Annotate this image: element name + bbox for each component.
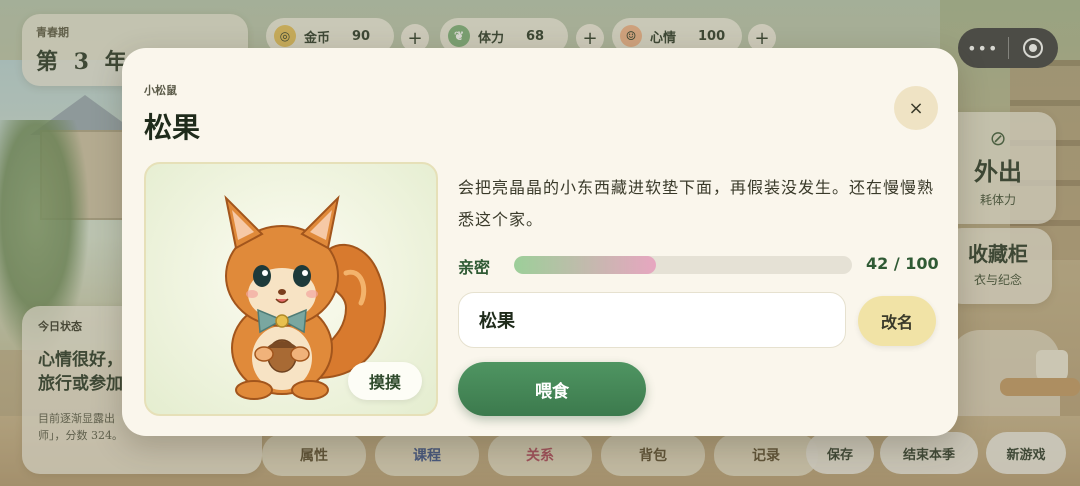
affinity-bar xyxy=(514,256,852,274)
rename-button[interactable]: 改名 xyxy=(858,296,936,346)
close-button[interactable]: × xyxy=(894,86,938,130)
affinity-bar-fill xyxy=(514,256,656,274)
pat-button[interactable]: 摸摸 xyxy=(348,362,422,400)
pet-species: 小松鼠 xyxy=(144,84,177,97)
pet-name-title: 松果 xyxy=(144,111,201,144)
pet-name-input[interactable] xyxy=(458,292,846,348)
pet-modal: 小松鼠 松果 × 摸摸 会把亮晶晶的小东西藏进软垫下面，再假装没发生。还在慢慢熟… xyxy=(122,48,958,436)
affinity-label: 亲密 xyxy=(458,258,491,277)
pet-portrait[interactable]: 摸摸 xyxy=(144,162,438,416)
feed-button[interactable]: 喂食 xyxy=(458,362,646,416)
affinity-value: 42 / 100 xyxy=(866,254,939,273)
pet-description: 会把亮晶晶的小东西藏进软垫下面，再假装没发生。还在慢慢熟悉这个家。 xyxy=(458,178,935,229)
